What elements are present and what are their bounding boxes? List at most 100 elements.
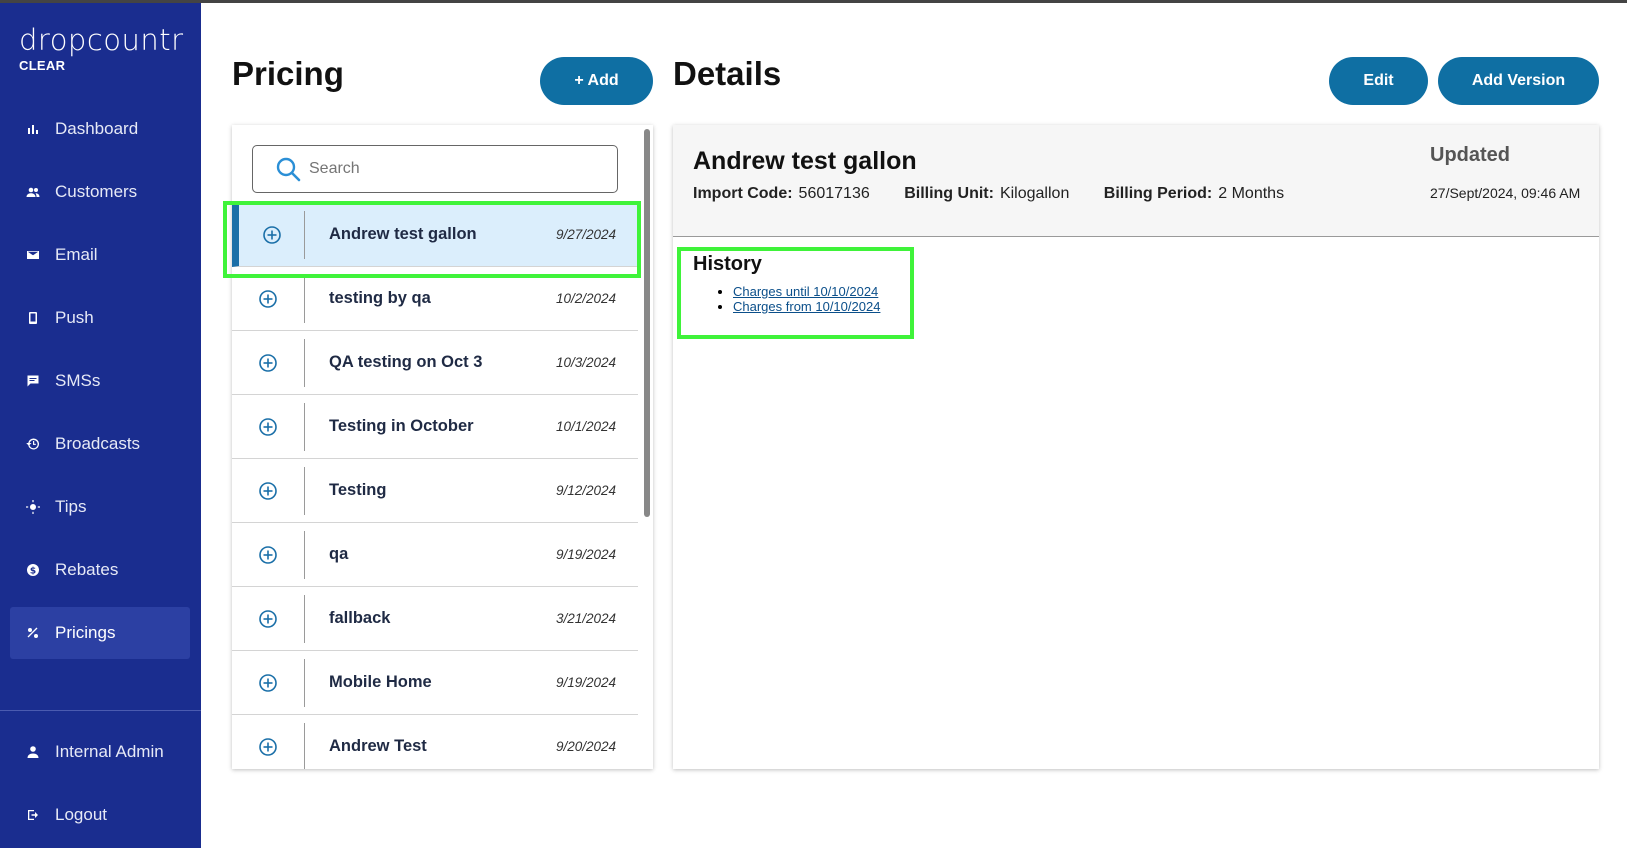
phone-icon (26, 311, 40, 325)
search-box[interactable] (252, 145, 618, 193)
sidebar-item-email[interactable]: Email (10, 229, 190, 281)
details-header: Andrew test gallon Import Code: 56017136 … (673, 125, 1599, 237)
pricing-row[interactable]: fallback 3/21/2024 (232, 587, 638, 651)
sidebar-item-smss[interactable]: SMSs (10, 355, 190, 407)
sidebar-item-label: Pricings (55, 623, 116, 642)
add-pricing-button[interactable]: + Add (540, 57, 653, 105)
billing-unit-label: Billing Unit: (904, 185, 994, 202)
expand-plus-icon[interactable] (232, 289, 304, 309)
expand-plus-icon[interactable] (232, 609, 304, 629)
updated-date: 27/Sept/2024, 09:46 AM (1430, 185, 1581, 201)
sidebar-item-internal-admin[interactable]: Internal Admin (10, 726, 190, 778)
sidebar-item-label: SMSs (55, 371, 101, 390)
pricing-row-name: fallback (329, 609, 391, 627)
pricing-list-panel: Andrew test gallon 9/27/2024 testing by qa… (232, 125, 653, 769)
pricing-row[interactable]: Andrew test gallon 9/27/2024 (232, 203, 638, 267)
sun-icon (26, 500, 40, 514)
person-icon (26, 745, 40, 759)
sidebar-item-label: Push (55, 308, 94, 327)
sidebar-nav-bottom: Internal Admin Logout (10, 726, 190, 848)
pricing-row-date: 10/2/2024 (555, 291, 616, 306)
sidebar-item-tips[interactable]: Tips (10, 481, 190, 533)
history-title: History (693, 253, 762, 275)
expand-plus-icon[interactable] (239, 225, 304, 245)
sidebar-item-label: Broadcasts (55, 434, 141, 453)
expand-plus-icon[interactable] (232, 737, 304, 757)
sidebar-item-label: Logout (55, 805, 107, 824)
import-code-group: Import Code: 56017136 (693, 185, 870, 202)
add-version-button[interactable]: Add Version (1438, 57, 1599, 105)
pricing-row-date: 9/20/2024 (555, 739, 616, 754)
sidebar-item-label: Dashboard (55, 119, 139, 138)
updated-label: Updated (1430, 144, 1510, 166)
sidebar-item-pricings[interactable]: Pricings (10, 607, 190, 659)
history-link[interactable]: Charges until 10/10/2024 (733, 284, 878, 299)
bar-chart-icon (26, 122, 40, 136)
sidebar: dropcountr CLEAR Dashboard Customers Email… (0, 3, 201, 848)
edit-button[interactable]: Edit (1329, 57, 1428, 105)
pricing-row-date: 9/19/2024 (555, 547, 616, 562)
pricing-row-name: qa (329, 545, 349, 563)
history-link[interactable]: Charges from 10/10/2024 (733, 299, 880, 314)
pricing-row-date: 3/21/2024 (555, 611, 616, 626)
pricing-row-date: 9/19/2024 (555, 675, 616, 690)
pricing-row-name: Andrew Test (329, 737, 427, 755)
sidebar-item-label: Email (55, 245, 98, 264)
pricing-title: Pricing (232, 55, 344, 92)
sidebar-item-rebates[interactable]: $ Rebates (10, 544, 190, 596)
pricing-row[interactable]: Testing 9/12/2024 (232, 459, 638, 523)
pricing-row[interactable]: Mobile Home 9/19/2024 (232, 651, 638, 715)
import-code-label: Import Code: (693, 185, 793, 202)
expand-plus-icon[interactable] (232, 673, 304, 693)
expand-plus-icon[interactable] (232, 353, 304, 373)
pricing-row-date: 9/12/2024 (555, 483, 616, 498)
logout-icon (26, 808, 40, 822)
brand-name: dropcountr (19, 23, 184, 57)
brand-subtitle: CLEAR (19, 58, 66, 73)
pricing-row-name: QA testing on Oct 3 (329, 353, 483, 371)
pricing-rows: Andrew test gallon 9/27/2024 testing by qa… (232, 203, 638, 769)
pricing-row[interactable]: qa 9/19/2024 (232, 523, 638, 587)
dollar-circle-icon: $ (26, 563, 40, 577)
people-icon (26, 185, 40, 199)
expand-plus-icon[interactable] (232, 545, 304, 565)
search-icon (276, 157, 301, 182)
sidebar-item-logout[interactable]: Logout (10, 789, 190, 841)
sidebar-item-customers[interactable]: Customers (10, 166, 190, 218)
brand-logo: dropcountr CLEAR (19, 23, 184, 73)
details-panel: Andrew test gallon Import Code: 56017136 … (673, 125, 1599, 769)
sidebar-divider (0, 710, 201, 711)
pricing-row[interactable]: testing by qa 10/2/2024 (232, 267, 638, 331)
sidebar-item-label: Rebates (55, 560, 119, 579)
billing-period-group: Billing Period: 2 Months (1104, 185, 1284, 202)
app-window: dropcountr CLEAR Dashboard Customers Email… (0, 0, 1627, 848)
history-item: Charges until 10/10/2024 (733, 284, 880, 299)
svg-text:$: $ (30, 567, 36, 577)
list-scrollbar[interactable] (644, 129, 650, 517)
sidebar-item-label: Internal Admin (55, 742, 164, 761)
sidebar-item-label: Tips (55, 497, 87, 516)
pricing-row-date: 10/1/2024 (555, 419, 616, 434)
pricing-row-name: Testing in October (329, 417, 474, 435)
pricing-row-name: Mobile Home (329, 673, 432, 691)
pricing-row[interactable]: Andrew Test 9/20/2024 (232, 715, 638, 769)
pricing-row[interactable]: Testing in October 10/1/2024 (232, 395, 638, 459)
sidebar-nav: Dashboard Customers Email Push SMSs Broadcast… (10, 103, 190, 670)
pricing-row-name: Andrew test gallon (329, 225, 477, 243)
pricing-icon (26, 626, 40, 640)
search-input[interactable] (309, 160, 609, 178)
pricing-meta: Import Code: 56017136 Billing Unit: Kiloga… (693, 185, 1314, 203)
billing-period-value: 2 Months (1218, 185, 1285, 202)
history-item: Charges from 10/10/2024 (733, 299, 880, 314)
pricing-row-name: Testing (329, 481, 387, 499)
billing-unit-value: Kilogallon (999, 185, 1070, 202)
sidebar-item-broadcasts[interactable]: Broadcasts (10, 418, 190, 470)
pricing-row[interactable]: QA testing on Oct 3 10/3/2024 (232, 331, 638, 395)
sidebar-item-push[interactable]: Push (10, 292, 190, 344)
pricing-row-date: 10/3/2024 (555, 355, 616, 370)
sidebar-item-dashboard[interactable]: Dashboard (10, 103, 190, 155)
mail-icon (26, 248, 40, 262)
expand-plus-icon[interactable] (232, 481, 304, 501)
expand-plus-icon[interactable] (232, 417, 304, 437)
pricing-name: Andrew test gallon (693, 147, 917, 175)
